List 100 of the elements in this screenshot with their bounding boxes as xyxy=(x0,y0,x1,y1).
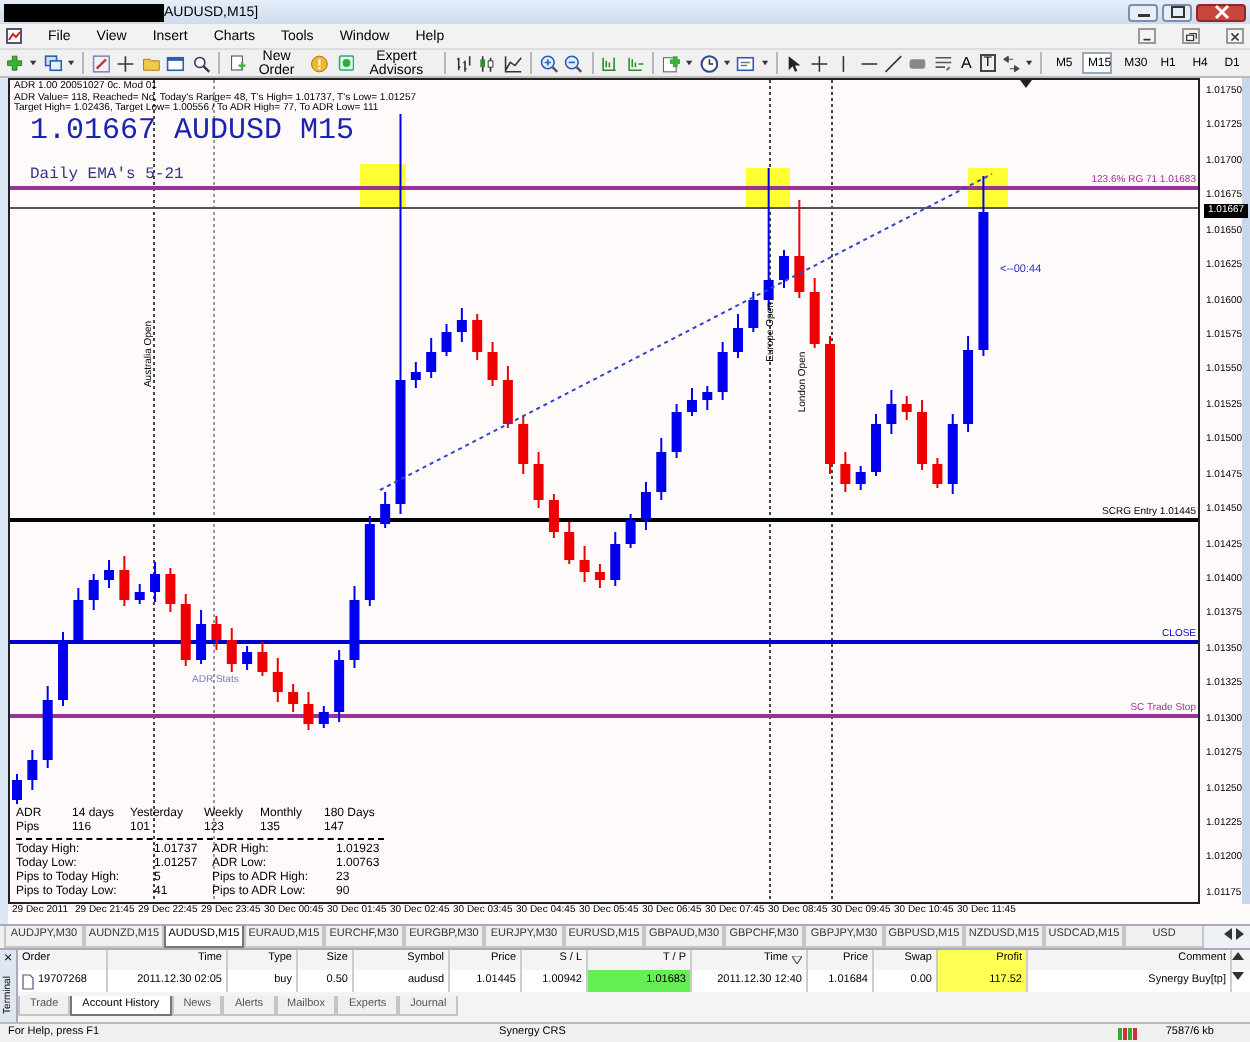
candle xyxy=(58,631,68,707)
close-button[interactable] xyxy=(1226,28,1244,44)
search-icon[interactable] xyxy=(191,51,210,75)
caret-icon[interactable] xyxy=(686,60,694,66)
candle xyxy=(809,277,820,349)
candle xyxy=(73,587,84,645)
candle xyxy=(564,521,575,565)
candle xyxy=(901,395,912,421)
candle xyxy=(963,335,974,433)
minimize-button[interactable] xyxy=(1128,3,1158,21)
candle xyxy=(88,573,99,611)
candle xyxy=(426,337,437,379)
candle xyxy=(211,615,222,651)
candle xyxy=(886,389,897,435)
candle xyxy=(640,481,651,531)
candle xyxy=(932,457,943,489)
candle xyxy=(748,291,759,333)
candle xyxy=(840,451,851,493)
candle xyxy=(303,691,314,731)
candle xyxy=(947,413,958,495)
candle xyxy=(349,585,360,669)
template-icon[interactable] xyxy=(736,51,756,75)
zoom-in-icon[interactable] xyxy=(539,51,559,75)
candle xyxy=(150,561,161,603)
candle xyxy=(288,683,299,713)
candle xyxy=(548,493,559,539)
candle xyxy=(855,465,866,491)
window-icon[interactable] xyxy=(166,51,185,75)
connection-icon xyxy=(1117,1026,1138,1040)
caret-icon[interactable] xyxy=(1026,60,1033,66)
candle xyxy=(871,413,882,477)
expert-icon xyxy=(337,52,355,74)
maximize-icon xyxy=(1165,4,1189,20)
line-chart-icon[interactable] xyxy=(503,51,523,75)
indicator-label: Daily EMA's 5-21 xyxy=(30,168,184,184)
warning-icon[interactable] xyxy=(310,51,330,75)
restore-icon xyxy=(1184,29,1198,43)
plus-icon[interactable] xyxy=(6,51,25,75)
app-icon[interactable] xyxy=(6,28,22,44)
candle xyxy=(226,627,237,673)
candle xyxy=(456,307,467,343)
scroll-down-icon[interactable] xyxy=(1232,970,1244,982)
restore-button[interactable] xyxy=(1182,28,1200,44)
candle xyxy=(242,645,253,671)
candle xyxy=(119,555,130,607)
candle xyxy=(717,341,728,401)
candle xyxy=(656,437,667,501)
fibonacci-icon[interactable] xyxy=(933,51,953,75)
candle xyxy=(518,415,529,475)
candle xyxy=(318,705,329,729)
candle xyxy=(625,513,636,549)
candle xyxy=(686,387,697,417)
candle xyxy=(779,249,789,289)
maximize-button[interactable] xyxy=(1162,3,1192,21)
candle xyxy=(579,545,590,583)
candle xyxy=(42,685,53,769)
candle xyxy=(702,385,713,411)
windows-icon[interactable] xyxy=(43,51,62,75)
clock-icon[interactable] xyxy=(699,51,718,75)
candle xyxy=(671,403,682,459)
crosshair-icon[interactable] xyxy=(809,51,829,75)
candle xyxy=(257,641,268,677)
candle xyxy=(180,593,191,667)
candle xyxy=(134,583,145,605)
text-tool-button[interactable]: A xyxy=(958,52,975,74)
candle xyxy=(441,323,452,357)
caret-icon[interactable] xyxy=(30,60,38,66)
cursor-icon[interactable] xyxy=(784,51,804,75)
candlestick-icon[interactable] xyxy=(478,51,498,75)
chart-title: 1.01667 AUDUSD M15 xyxy=(30,116,355,146)
candle xyxy=(502,365,513,429)
trend-line-icon[interactable] xyxy=(884,51,903,75)
caret-icon[interactable] xyxy=(723,60,731,66)
candle xyxy=(196,609,207,665)
candle xyxy=(794,199,805,299)
indicator-icon[interactable] xyxy=(662,51,681,75)
candle xyxy=(380,491,391,529)
candle xyxy=(533,451,544,509)
crosshair-icon[interactable] xyxy=(116,51,136,75)
pencil-icon[interactable] xyxy=(91,51,111,75)
close-button[interactable] xyxy=(1196,3,1246,21)
caret-icon[interactable] xyxy=(67,60,75,66)
candle xyxy=(472,313,483,361)
candle xyxy=(104,559,115,589)
bar-chart-icon[interactable] xyxy=(453,51,473,75)
candle xyxy=(334,649,345,723)
caret-icon[interactable] xyxy=(761,60,768,66)
candle xyxy=(594,563,605,589)
candle xyxy=(364,515,375,607)
candle xyxy=(917,399,928,471)
candle xyxy=(165,567,176,613)
candle xyxy=(12,773,22,805)
close-icon xyxy=(1209,4,1233,20)
candle xyxy=(610,531,621,587)
candle xyxy=(825,335,835,475)
scroll-bar[interactable] xyxy=(1242,78,1250,904)
candle xyxy=(27,749,38,791)
arrows-icon[interactable] xyxy=(1001,51,1021,75)
candle xyxy=(410,361,421,389)
zoom-out-icon[interactable] xyxy=(564,51,584,75)
